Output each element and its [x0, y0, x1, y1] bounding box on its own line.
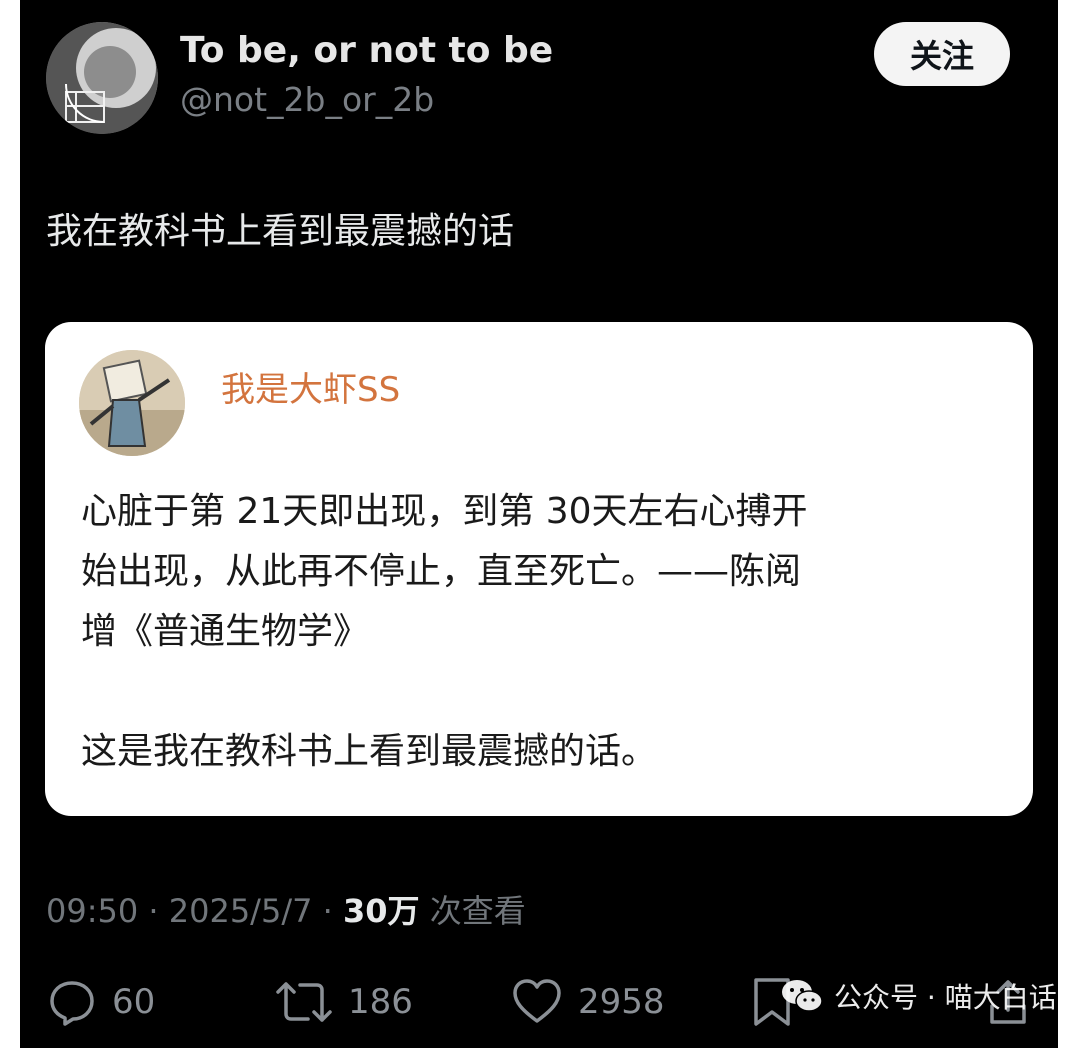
- wechat-icon: [782, 980, 823, 1012]
- views-count: 30万: [342, 892, 420, 930]
- post-date[interactable]: 2025/5/7: [169, 892, 313, 930]
- quoted-line: 始出现，从此再不停止，直至死亡。——陈阅: [81, 551, 802, 592]
- views-label: 次查看: [429, 892, 526, 930]
- quoted-post-card[interactable]: 我是大虾SS 心脏于第 21天即出现，到第 30天左右心搏开 始出现，从此再不停…: [45, 322, 1033, 816]
- watermark-text: 公众号 · 喵大白话: [834, 981, 1057, 1014]
- quoted-author-avatar: [79, 350, 185, 456]
- post-time[interactable]: 09:50: [46, 892, 138, 930]
- meta-separator: ·: [148, 892, 169, 930]
- quoted-line: 心脏于第 21天即出现，到第 30天左右心搏开: [81, 491, 808, 532]
- repost-icon: [276, 982, 332, 1022]
- follow-button[interactable]: 关注: [874, 22, 1010, 86]
- quoted-body: 心脏于第 21天即出现，到第 30天左右心搏开 始出现，从此再不停止，直至死亡。…: [81, 482, 1001, 782]
- repost-button[interactable]: 186: [274, 970, 413, 1034]
- wechat-watermark: 公众号 · 喵大白话: [780, 976, 1057, 1016]
- quoted-line: 这是我在教科书上看到最震撼的话。: [81, 731, 658, 772]
- quoted-author-name[interactable]: 我是大虾SS: [221, 362, 400, 411]
- reply-count: 60: [112, 982, 156, 1022]
- author-handle[interactable]: @not_2b_or_2b: [180, 80, 434, 119]
- quoted-line: 增《普通生物学》: [81, 611, 370, 652]
- tweet-text: 我在教科书上看到最震撼的话: [46, 211, 515, 252]
- avatar-image: [46, 22, 158, 134]
- author-avatar[interactable]: [46, 22, 158, 134]
- reply-button[interactable]: 60: [46, 970, 155, 1034]
- repost-count: 186: [348, 982, 413, 1022]
- like-button[interactable]: 2958: [510, 970, 665, 1034]
- meta-separator: ·: [322, 892, 343, 930]
- like-icon: [513, 979, 561, 1023]
- reply-icon: [50, 981, 94, 1026]
- tweet-container: To be, or not to be @not_2b_or_2b 关注 我在教…: [20, 0, 1058, 1048]
- post-meta: 09:50 · 2025/5/7 · 30万 次查看: [46, 886, 526, 932]
- quoted-avatar-image: [79, 350, 185, 456]
- author-name[interactable]: To be, or not to be: [180, 30, 553, 71]
- like-count: 2958: [578, 982, 665, 1022]
